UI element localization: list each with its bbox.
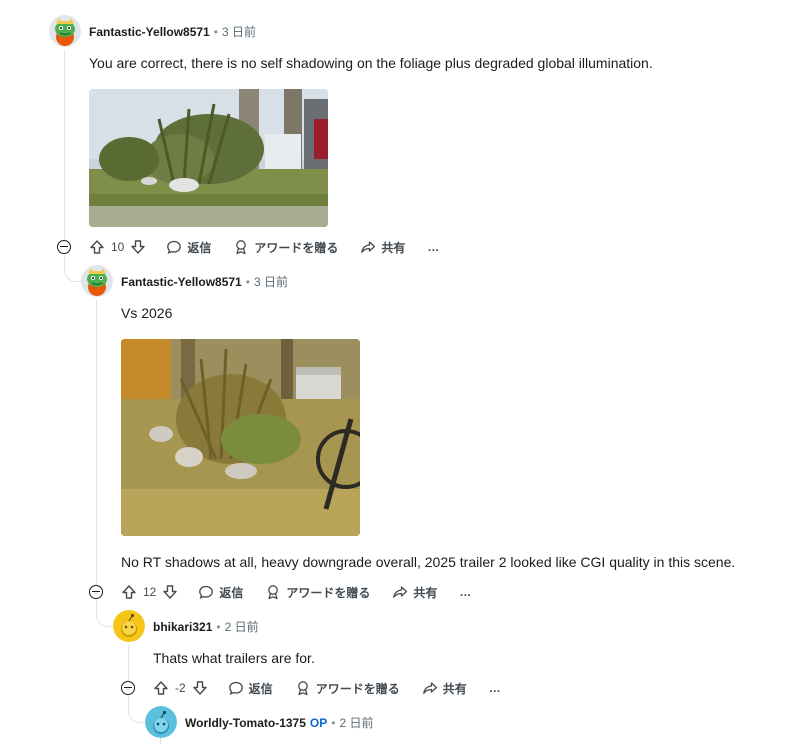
share-button[interactable]: 共有 [422, 680, 467, 697]
separator-dot: • [216, 619, 221, 634]
share-label: 共有 [442, 681, 467, 696]
vote-controls: 12 [121, 584, 178, 600]
comment-meta: Fantastic-Yellow8571 • 3 日前 [121, 273, 288, 290]
thread-line-3 [128, 645, 129, 681]
timestamp[interactable]: 3 日前 [254, 273, 288, 290]
op-badge: OP [309, 715, 328, 730]
collapse-thread-button[interactable] [57, 240, 71, 254]
reply-button[interactable]: 返信 [166, 239, 211, 256]
comment-body: You are correct, there is no self shadow… [89, 55, 653, 71]
author-name[interactable]: Fantastic-Yellow8571 [89, 25, 210, 39]
collapse-thread-button[interactable] [89, 585, 103, 599]
separator-dot: • [331, 715, 336, 730]
downvote-icon[interactable] [130, 239, 146, 255]
reply-label: 返信 [219, 585, 244, 600]
award-icon [297, 681, 308, 696]
share-label: 共有 [381, 240, 406, 255]
comment-image[interactable] [89, 89, 328, 227]
comment-body-intro: Vs 2026 [121, 305, 173, 321]
more-icon: … [459, 585, 473, 599]
thread-line-2 [96, 300, 97, 585]
more-options-button[interactable]: … [427, 240, 440, 254]
share-icon [361, 241, 376, 253]
separator-dot: • [245, 274, 250, 289]
author-name[interactable]: Worldly-Tomato-1375 [185, 716, 306, 730]
avatar[interactable] [81, 265, 113, 297]
avatar[interactable] [113, 610, 145, 642]
downvote-icon[interactable] [192, 680, 208, 696]
comment-icon [167, 240, 182, 254]
timestamp[interactable]: 2 日前 [339, 714, 373, 731]
award-label: アワードを贈る [254, 240, 339, 255]
upvote-icon[interactable] [89, 239, 105, 255]
separator-dot: • [213, 24, 218, 39]
comment-icon [228, 681, 243, 695]
comment-actions: -2 返信 アワードを贈る 共有 … [153, 676, 524, 700]
avatar[interactable] [49, 15, 81, 47]
vote-controls: 10 [89, 239, 146, 255]
author-name[interactable]: bhikari321 [153, 620, 212, 634]
vote-score: 12 [143, 585, 157, 599]
reply-label: 返信 [248, 681, 273, 696]
thread-line-1 [64, 50, 65, 240]
more-options-button[interactable]: … [489, 681, 502, 695]
more-options-button[interactable]: … [459, 585, 472, 599]
vote-score: 10 [111, 240, 125, 254]
comment-actions: 10 返信 アワードを贈る 共有 … [89, 235, 462, 259]
award-button[interactable]: アワードを贈る [265, 584, 370, 601]
comment-meta: Worldly-Tomato-1375 OP • 2 日前 [185, 714, 373, 731]
comment-icon [199, 585, 214, 599]
award-icon [236, 240, 247, 255]
award-icon [268, 585, 279, 600]
reply-label: 返信 [187, 240, 212, 255]
share-icon [422, 682, 437, 694]
downvote-icon[interactable] [162, 584, 178, 600]
more-icon: … [427, 240, 441, 254]
timestamp[interactable]: 3 日前 [222, 23, 256, 40]
comment-body: Thats what trailers are for. [153, 650, 315, 666]
comment-actions: 12 返信 アワードを贈る 共有 … [121, 580, 494, 604]
reply-button[interactable]: 返信 [198, 584, 243, 601]
comment-meta: Fantastic-Yellow8571 • 3 日前 [89, 23, 256, 40]
collapse-thread-button[interactable] [121, 681, 135, 695]
upvote-icon[interactable] [121, 584, 137, 600]
share-label: 共有 [413, 585, 438, 600]
award-label: アワードを贈る [286, 585, 371, 600]
timestamp[interactable]: 2 日前 [225, 618, 259, 635]
reply-button[interactable]: 返信 [228, 680, 273, 697]
comment-image[interactable] [121, 339, 360, 536]
avatar[interactable] [145, 706, 177, 738]
award-button[interactable]: アワードを贈る [295, 680, 400, 697]
award-button[interactable]: アワードを贈る [233, 239, 338, 256]
comment-body: No RT shadows at all, heavy downgrade ov… [121, 554, 736, 570]
share-button[interactable]: 共有 [392, 584, 437, 601]
vote-score: -2 [175, 681, 186, 695]
share-icon [393, 586, 408, 598]
comment-meta: bhikari321 • 2 日前 [153, 618, 259, 635]
more-icon: … [488, 681, 502, 695]
vote-controls: -2 [153, 680, 208, 696]
award-label: アワードを贈る [315, 681, 400, 696]
author-name[interactable]: Fantastic-Yellow8571 [121, 275, 242, 289]
share-button[interactable]: 共有 [360, 239, 405, 256]
upvote-icon[interactable] [153, 680, 169, 696]
thread-line-4 [160, 738, 161, 744]
